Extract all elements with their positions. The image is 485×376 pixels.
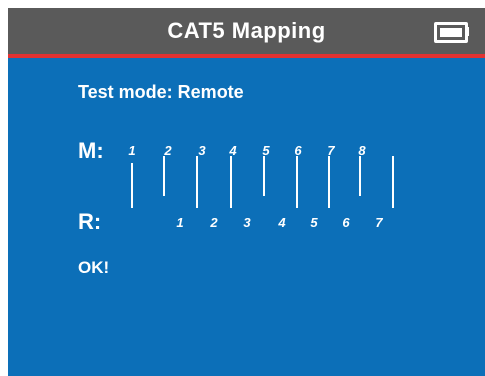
remote-pin-6: 6 [342,215,350,230]
wire-line [359,156,361,196]
wire-line [163,156,165,196]
tester-screen: CAT5 Mapping Test mode: Remote M: R: OK!… [8,8,485,376]
test-mode-label: Test mode: Remote [78,82,244,102]
master-pin-5: 5 [262,143,270,158]
master-pin-4: 4 [229,143,237,158]
wire-line [196,156,198,208]
wire-line [296,156,298,208]
master-pin-8: 8 [358,143,366,158]
master-pin-6: 6 [294,143,302,158]
master-pin-7: 7 [327,143,335,158]
wire-line [230,156,232,208]
wire-line [328,156,330,208]
remote-pin-2: 2 [210,215,218,230]
master-pin-1: 1 [128,143,136,158]
master-label: M: [78,138,104,163]
remote-pin-1: 1 [176,215,184,230]
battery-level [440,28,462,37]
wire-line [131,163,133,208]
wire-line [263,156,265,196]
battery-terminal [466,27,469,36]
remote-pin-5: 5 [310,215,318,230]
screen-title: CAT5 Mapping [167,18,326,43]
remote-pin-7: 7 [375,215,383,230]
result-status: OK! [78,258,110,277]
remote-pin-4: 4 [278,215,286,230]
wire-line [392,156,394,208]
remote-pin-3: 3 [243,215,251,230]
title-underline [8,54,485,58]
remote-label: R: [78,209,102,234]
battery-icon [434,22,468,43]
